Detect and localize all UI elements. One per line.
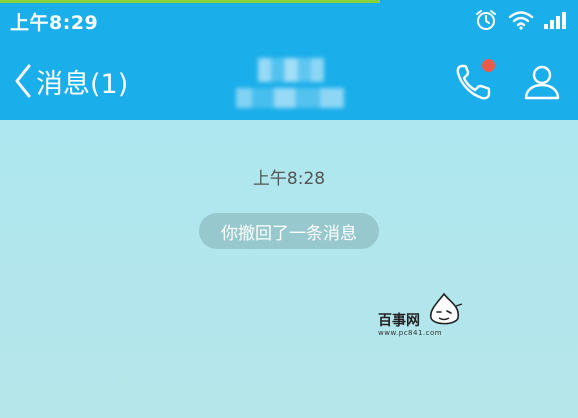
contact-status-pixelated — [236, 88, 344, 108]
back-button[interactable]: 消息(1) — [14, 60, 128, 102]
wifi-icon — [508, 11, 534, 30]
mascot-icon — [429, 292, 463, 325]
status-bar: 上午8:29 — [0, 0, 578, 40]
watermark-text: 百事网 — [378, 313, 420, 329]
contact-name-pixelated — [258, 58, 324, 82]
chat-area[interactable]: 上午8:28 你撤回了一条消息 百事网 www.pc841.com — [0, 120, 578, 418]
site-watermark: 百事网 www.pc841.com — [378, 292, 468, 342]
back-label: 消息(1) — [36, 68, 129, 100]
alarm-clock-icon — [476, 10, 496, 30]
watermark-url: www.pc841.com — [378, 329, 443, 337]
call-notification-badge — [482, 59, 495, 72]
recalled-message-text: 你撤回了一条消息 — [221, 223, 357, 244]
chevron-left-icon — [15, 64, 31, 98]
navigation-bar: 消息(1) — [0, 42, 578, 120]
profile-icon — [524, 65, 560, 100]
chat-title — [230, 58, 350, 108]
profile-button[interactable] — [520, 60, 564, 104]
signal-icon — [544, 12, 566, 29]
message-timestamp: 上午8:28 — [252, 169, 326, 189]
status-time: 上午8:29 — [10, 12, 99, 34]
app-header: 上午8:29 消息(1) — [0, 0, 578, 120]
recalled-message-notice: 你撤回了一条消息 — [199, 213, 379, 249]
